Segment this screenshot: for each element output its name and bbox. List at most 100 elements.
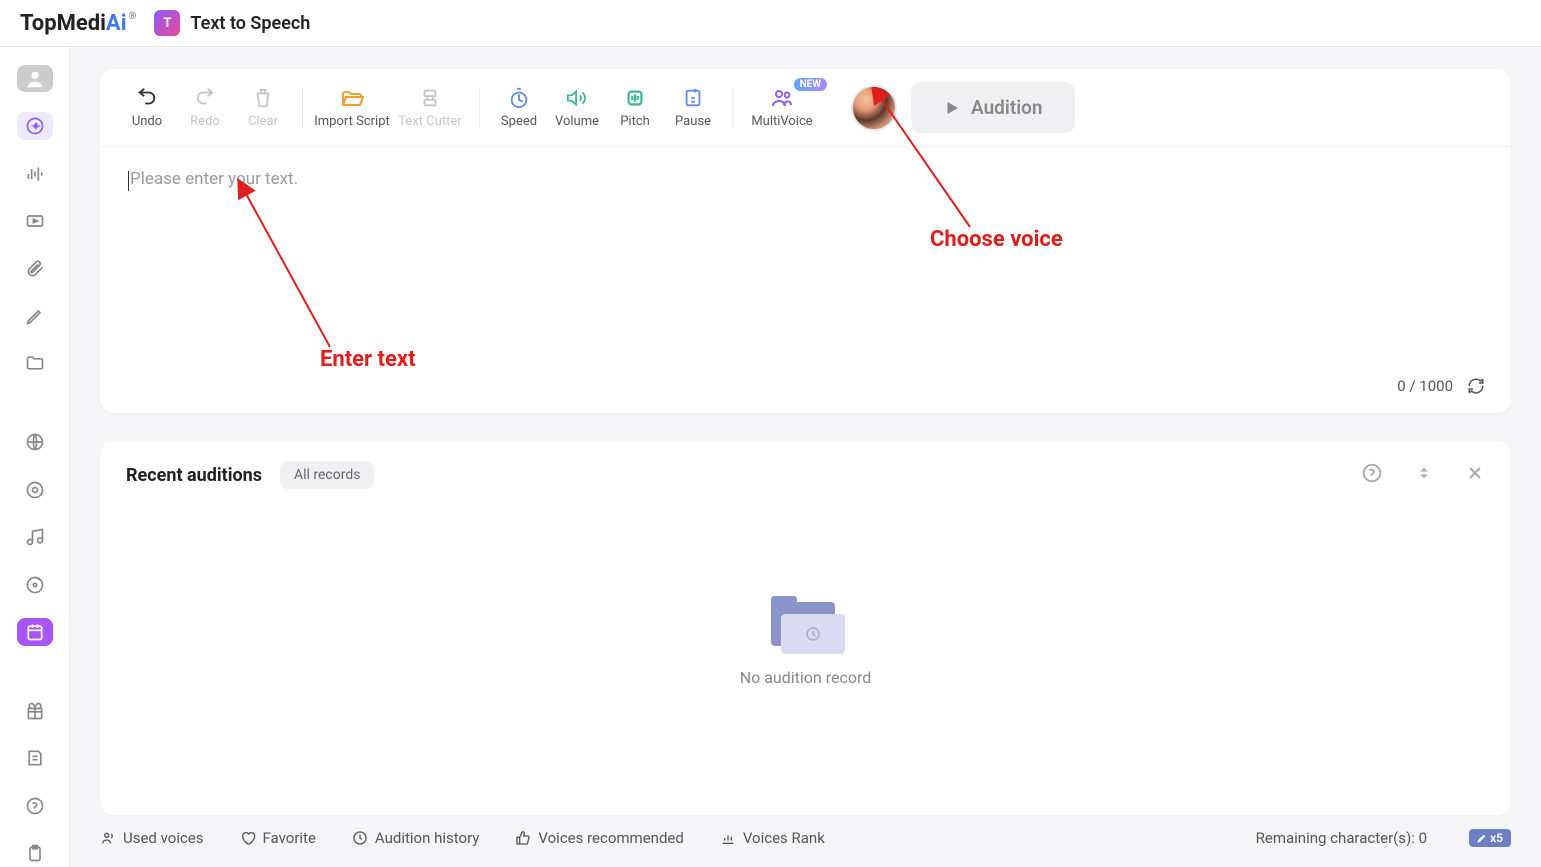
pitch-label: Pitch: [620, 114, 650, 129]
chat-wave-icon: [25, 116, 45, 136]
brand-logo: TopMediAi®: [20, 11, 136, 36]
brand-ai: Ai: [106, 11, 127, 36]
footer-bar: Used voices Favorite Audition history Vo…: [100, 815, 1511, 867]
calendar-icon: [25, 622, 45, 642]
question-icon: [25, 796, 45, 816]
brand-main: TopMedi: [20, 11, 106, 36]
audition-label: Audition: [971, 96, 1043, 119]
auditions-panel: Recent auditions All records: [100, 441, 1511, 815]
close-icon: [1465, 463, 1485, 483]
undo-icon: [136, 87, 158, 109]
pause-label: Pause: [675, 114, 711, 129]
footer-voices-rank[interactable]: Voices Rank: [720, 829, 825, 847]
users-icon: [770, 86, 794, 110]
brand-reg: ®: [129, 11, 137, 22]
video-icon: [25, 211, 45, 231]
sidebar-tts[interactable]: [17, 112, 53, 139]
sidebar: [0, 47, 70, 867]
undo-label: Undo: [132, 114, 162, 129]
globe-icon: [25, 432, 45, 452]
user-icon: [24, 68, 46, 90]
undo-button[interactable]: Undo: [118, 86, 176, 129]
voice-avatar[interactable]: [851, 85, 897, 131]
auditions-title: Recent auditions: [126, 465, 262, 486]
auditions-help[interactable]: [1361, 462, 1383, 488]
help-circle-icon: [1361, 462, 1383, 484]
chart-icon: [720, 830, 736, 846]
footer-favorite[interactable]: Favorite: [240, 829, 316, 847]
music-icon: [25, 527, 45, 547]
sidebar-attach[interactable]: [17, 255, 53, 282]
text-cutter-label: Text Cutter: [398, 114, 461, 129]
sidebar-video[interactable]: [17, 207, 53, 234]
speed-button[interactable]: Speed: [490, 86, 548, 129]
empty-message: No audition record: [740, 668, 872, 687]
app-header: TopMediAi® T Text to Speech: [0, 0, 1541, 47]
clear-label: Clear: [248, 114, 278, 129]
empty-folder-icon: [771, 598, 841, 654]
x5-badge[interactable]: x5: [1469, 829, 1511, 847]
text-cutter-button[interactable]: Text Cutter: [391, 86, 469, 129]
editor-placeholder: Please enter your text.: [130, 169, 1481, 189]
refresh-icon[interactable]: [1467, 377, 1485, 395]
redo-icon: [194, 87, 216, 109]
import-script-button[interactable]: Import Script: [313, 86, 391, 129]
folder-open-icon: [340, 86, 364, 110]
editor-panel: Undo Redo Clear Import Script Text: [100, 69, 1511, 413]
volume-label: Volume: [555, 114, 599, 129]
footer-used-voices[interactable]: Used voices: [100, 829, 204, 847]
pause-doc-icon: [682, 87, 704, 109]
pause-button[interactable]: Pause: [664, 86, 722, 129]
paperclip-icon: [25, 259, 45, 279]
play-icon: [943, 99, 961, 117]
disc-icon: [25, 575, 45, 595]
multivoice-button[interactable]: NEW MultiVoice: [743, 86, 821, 129]
folder-icon: [25, 353, 45, 373]
sidebar-voice-clone[interactable]: [17, 160, 53, 187]
sidebar-globe[interactable]: [17, 429, 53, 456]
pitch-button[interactable]: Pitch: [606, 86, 664, 129]
bars-icon: [624, 87, 646, 109]
sidebar-note[interactable]: [17, 745, 53, 772]
auditions-sort[interactable]: [1415, 464, 1433, 486]
sidebar-target[interactable]: [17, 476, 53, 503]
volume-button[interactable]: Volume: [548, 86, 606, 129]
note-icon: [25, 748, 45, 768]
sidebar-music[interactable]: [17, 524, 53, 551]
target-icon: [25, 480, 45, 500]
redo-label: Redo: [190, 114, 220, 129]
text-editor[interactable]: Please enter your text.: [100, 147, 1511, 377]
editor-footer: 0 / 1000: [100, 377, 1511, 413]
new-badge: NEW: [794, 78, 827, 91]
remaining-characters: Remaining character(s): 0: [1256, 829, 1427, 847]
broom-icon: [252, 87, 274, 109]
gift-icon: [25, 701, 45, 721]
clear-button[interactable]: Clear: [234, 86, 292, 129]
sidebar-calendar[interactable]: [17, 618, 53, 645]
clipboard-icon: [25, 843, 45, 863]
sidebar-disc[interactable]: [17, 571, 53, 598]
footer-voices-recommended[interactable]: Voices recommended: [515, 829, 683, 847]
sidebar-clipboard[interactable]: [17, 840, 53, 867]
sidebar-profile[interactable]: [17, 65, 53, 92]
toolbar: Undo Redo Clear Import Script Text: [100, 69, 1511, 147]
thumbs-up-icon: [515, 830, 531, 846]
auditions-body: No audition record: [126, 489, 1485, 795]
char-counter: 0 / 1000: [1397, 377, 1453, 395]
redo-button[interactable]: Redo: [176, 86, 234, 129]
footer-audition-history[interactable]: Audition history: [352, 829, 479, 847]
sidebar-help[interactable]: [17, 792, 53, 819]
auditions-close[interactable]: [1465, 463, 1485, 487]
app-name: Text to Speech: [190, 13, 310, 34]
sidebar-edit[interactable]: [17, 302, 53, 329]
auditions-filter[interactable]: All records: [280, 461, 375, 489]
auditions-header: Recent auditions All records: [126, 461, 1485, 489]
pencil-icon: [25, 306, 45, 326]
sidebar-folder[interactable]: [17, 350, 53, 377]
edit-small-icon: [1477, 833, 1487, 843]
heart-icon: [240, 830, 256, 846]
audition-button[interactable]: Audition: [911, 82, 1075, 133]
sort-icon: [1415, 464, 1433, 482]
cutter-icon: [419, 87, 441, 109]
sidebar-gift[interactable]: [17, 697, 53, 724]
